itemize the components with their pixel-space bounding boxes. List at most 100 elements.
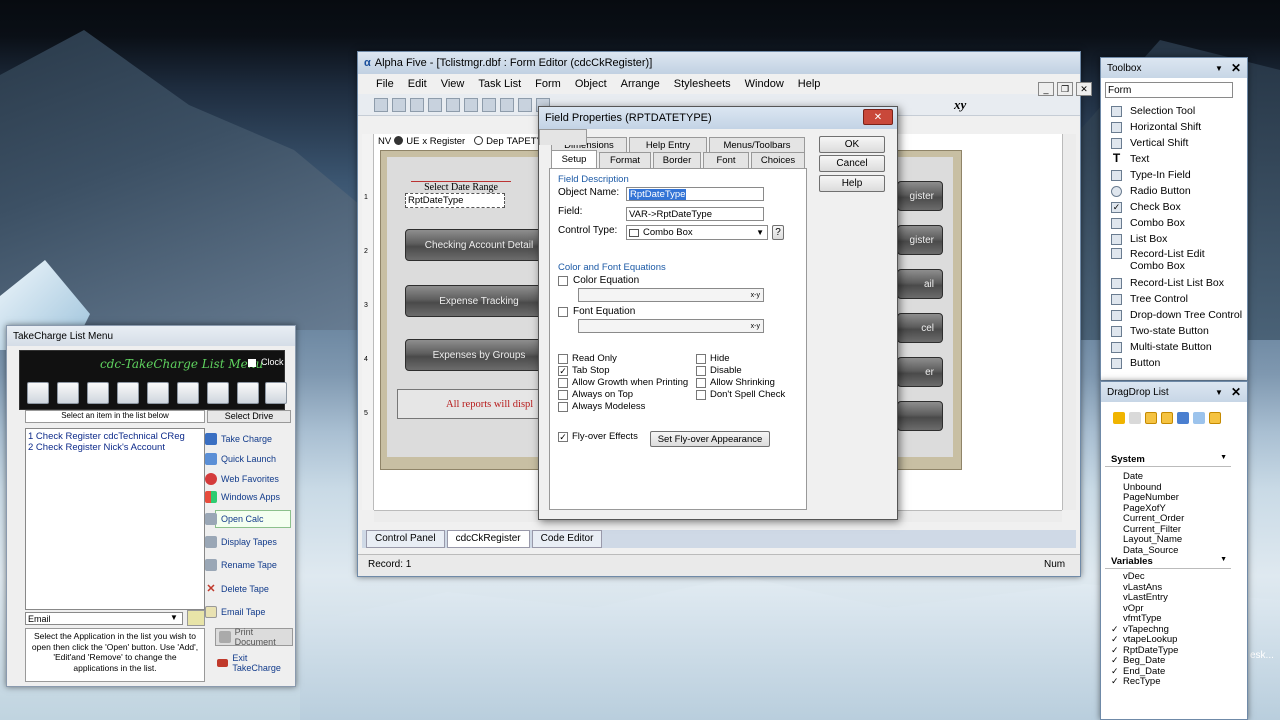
tool-button[interactable]: Button [1111,356,1160,370]
color-equation-checkbox[interactable] [558,276,568,286]
tab-code-editor[interactable]: Code Editor [531,530,603,548]
tab-font[interactable]: Font [703,152,749,168]
help-button[interactable]: Help [819,175,885,192]
toolbar-icon[interactable] [1113,412,1125,424]
toolbar-icon[interactable] [1209,412,1221,424]
variable-item[interactable]: vLastEntry [1123,592,1168,603]
tool-two-state-button[interactable]: Two-state Button [1111,324,1209,338]
select-drive-button[interactable]: Select Drive [207,410,291,423]
toolbar-icon[interactable] [410,97,424,112]
toolbar-icon[interactable] [1161,412,1173,424]
system-item[interactable]: Unbound [1123,482,1162,493]
right-button[interactable]: gister [897,225,943,255]
control-type-select[interactable]: Combo Box ▼ [626,225,768,240]
tool-radio-button[interactable]: Radio Button [1111,184,1191,198]
toolbar-icon[interactable] [446,97,460,112]
email-tape-button[interactable]: Email Tape [205,605,265,619]
object-name-input[interactable]: RptDateType [626,187,764,201]
right-button[interactable]: gister [897,181,943,211]
variable-item[interactable]: vOpr [1123,603,1144,614]
chevron-down-icon[interactable]: ▼ [1215,388,1223,397]
variable-item[interactable]: RecType [1123,676,1161,687]
disable-checkbox[interactable] [696,366,706,376]
quick-launch-button[interactable]: Quick Launch [205,452,276,466]
email-combo[interactable]: Email [25,612,183,625]
ok-button[interactable]: OK [819,136,885,153]
system-item[interactable]: Date [1123,471,1143,482]
radio-selected-icon[interactable] [394,136,404,145]
dialog-close-icon[interactable]: ✕ [863,109,893,125]
toolbar-icon[interactable] [207,382,229,404]
tool-drop-down-tree-control[interactable]: Drop-down Tree Control [1111,308,1242,322]
toolbar-icon[interactable] [57,382,79,404]
tool-vertical-shift[interactable]: Vertical Shift [1111,136,1188,150]
right-button[interactable]: er [897,357,943,387]
system-item[interactable]: Layout_Name [1123,534,1182,545]
toolbar-icon[interactable] [1129,412,1141,424]
flyover-effects-checkbox[interactable]: ✓ [558,432,568,442]
variable-item[interactable]: vfmtType [1123,613,1162,624]
right-button[interactable]: cel [897,313,943,343]
menu-form[interactable]: Form [535,78,561,90]
tab-format[interactable]: Format [599,152,651,168]
tool-combo-box[interactable]: Combo Box [1111,216,1185,230]
tool-record-list-list-box[interactable]: Record-List List Box [1111,276,1224,290]
menu-stylesheets[interactable]: Stylesheets [674,78,731,90]
tab-choices[interactable]: Choices [751,152,805,168]
clock-checkbox[interactable] [248,359,256,367]
tool-type-in-field[interactable]: Type-In Field [1111,168,1191,182]
tab-control-panel[interactable]: Control Panel [366,530,445,548]
minimize-icon[interactable]: _ [1038,82,1054,96]
system-item[interactable]: PageNumber [1123,492,1179,503]
exit-takecharge-button[interactable]: Exit TakeCharge [217,653,295,673]
lock-icon[interactable] [187,610,205,626]
checking-account-detail-button[interactable]: Checking Account Detail [405,229,553,261]
dont-spell-check-checkbox[interactable] [696,390,706,400]
toolbar-icon[interactable] [27,382,49,404]
variable-item[interactable]: Beg_Date [1123,655,1165,666]
system-item[interactable]: PageXofY [1123,503,1166,514]
toolbar-icon[interactable] [428,97,442,112]
menu-window[interactable]: Window [745,78,784,90]
toolbox-selector[interactable]: Form [1105,82,1233,98]
menu-help[interactable]: Help [798,78,821,90]
cancel-button[interactable]: Cancel [819,155,885,172]
color-equation-input[interactable]: x-y [578,288,764,302]
rename-tape-button[interactable]: Rename Tape [205,558,277,572]
chevron-down-icon[interactable]: ▼ [170,613,178,622]
tool-text[interactable]: T Text [1111,152,1149,166]
tool-tree-control[interactable]: Tree Control [1111,292,1188,306]
toolbar-icon[interactable] [464,97,478,112]
menu-arrange[interactable]: Arrange [621,78,660,90]
font-equation-input[interactable]: x-y [578,319,764,333]
variables-group-header[interactable]: Variables ▼ [1105,556,1231,569]
system-item[interactable]: Current_Filter [1123,524,1181,535]
allow-shrinking-checkbox[interactable] [696,378,706,388]
set-flyover-appearance-button[interactable]: Set Fly-over Appearance [650,431,770,447]
always-on-top-checkbox[interactable] [558,390,568,400]
toolbar-icon[interactable] [500,97,514,112]
variable-item[interactable]: vDec [1123,571,1145,582]
chevron-down-icon[interactable]: ▼ [1215,64,1223,73]
menu-object[interactable]: Object [575,78,607,90]
print-document-button[interactable]: Print Document [219,627,295,647]
expense-tracking-button[interactable]: Expense Tracking [405,285,553,317]
toolbar-icon[interactable] [392,97,406,112]
close-icon[interactable]: ✕ [1076,82,1092,96]
list-item[interactable]: 2 Check Register Nick's Account [28,442,202,453]
tab-stop-checkbox[interactable]: ✓ [558,366,568,376]
always-modeless-checkbox[interactable] [558,402,568,412]
tool-list-box[interactable]: List Box [1111,232,1167,246]
toolbar-icon[interactable] [374,97,388,112]
menu-task-list[interactable]: Task List [478,78,521,90]
web-favorites-button[interactable]: Web Favorites [205,472,279,486]
display-tapes-button[interactable]: Display Tapes [205,535,277,549]
toolbar-icon[interactable] [518,97,532,112]
variable-item[interactable]: vLastAns [1123,582,1162,593]
toolbar-icon[interactable] [1145,412,1157,424]
right-button[interactable] [897,401,943,431]
tool-multi-state-button[interactable]: Multi-state Button [1111,340,1212,354]
hide-checkbox[interactable] [696,354,706,364]
expenses-by-groups-button[interactable]: Expenses by Groups [405,339,553,371]
tool-record-list-edit-combo-box[interactable]: Record-List Edit Combo Box [1111,248,1241,276]
